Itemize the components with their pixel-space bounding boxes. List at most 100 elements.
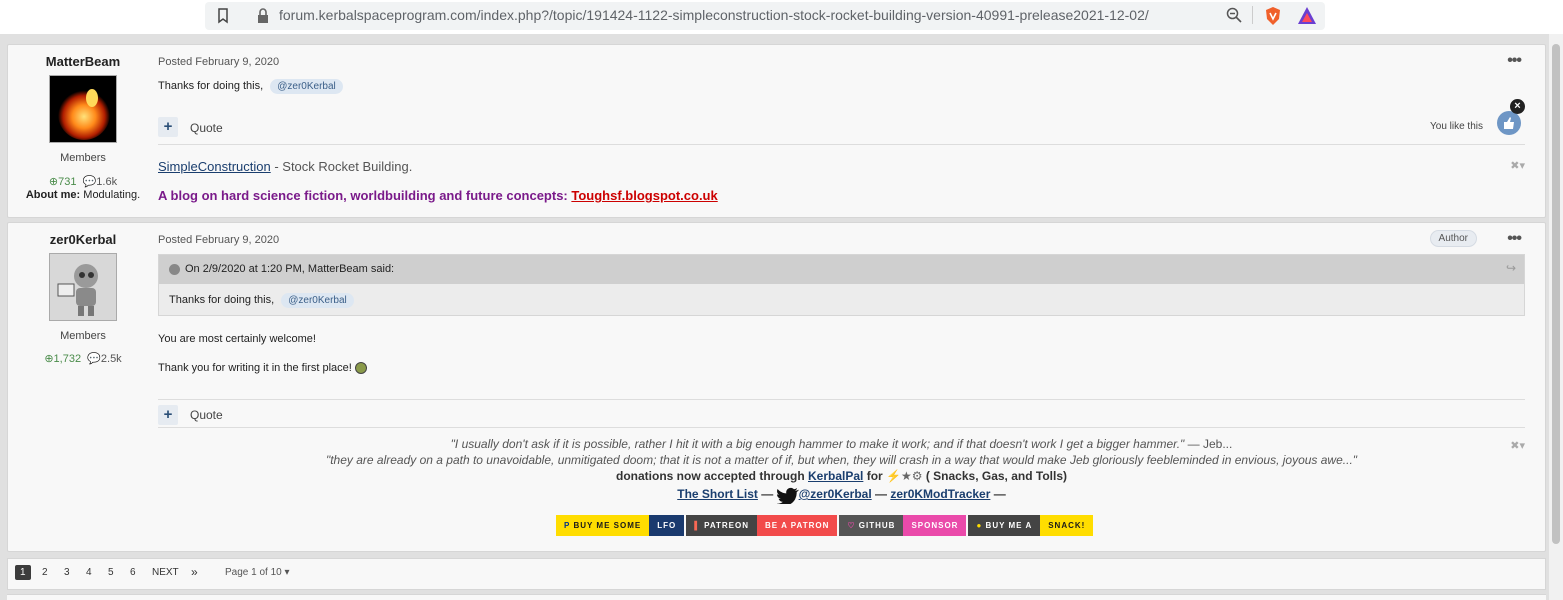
browser-toolbar: forum.kerbalspaceprogram.com/index.php?/…	[0, 0, 1563, 34]
post-count: 1.6k	[96, 176, 118, 188]
buymeacoffee-badge-right[interactable]: LFO	[649, 515, 685, 536]
donation-line: donations now accepted through KerbalPal…	[158, 469, 1525, 483]
twitter-handle-link[interactable]: @zer0Kerbal	[799, 487, 872, 501]
badge-label: BE A PATRON	[765, 521, 830, 530]
remove-like-icon[interactable]: ×	[1510, 99, 1525, 114]
quote-header[interactable]: On 2/9/2020 at 1:20 PM, MatterBeam said:…	[159, 255, 1524, 284]
blog-text: A blog on hard science fiction, worldbui…	[158, 188, 572, 203]
badge-label: SPONSOR	[911, 521, 959, 530]
quote-button[interactable]: Quote	[190, 408, 223, 422]
quote-button[interactable]: Quote	[190, 121, 223, 135]
thumbs-up-icon	[1504, 117, 1514, 129]
patreon-badge-right[interactable]: BE A PATRON	[757, 515, 838, 536]
signature-hide-icon[interactable]: ✖▾	[1510, 159, 1525, 172]
comment-icon: 💬	[87, 353, 101, 365]
short-list-link[interactable]: The Short List	[677, 487, 758, 501]
author-role: Members	[60, 330, 106, 342]
signature-text: - Stock Rocket Building.	[270, 159, 413, 174]
mention-link[interactable]: @zer0Kerbal	[270, 79, 343, 94]
next-page-link[interactable]: NEXT	[152, 567, 179, 578]
github-badge-right[interactable]: SPONSOR	[903, 515, 967, 536]
avatar-fire-image	[58, 88, 110, 140]
reputation-icon: ⊕	[48, 176, 59, 188]
post-body-line: Thank you for writing it in the first pl…	[158, 362, 367, 375]
page-link-3[interactable]: 3	[64, 567, 70, 578]
post-count: 2.5k	[100, 353, 122, 365]
signature-line: SimpleConstruction - Stock Rocket Buildi…	[158, 159, 412, 174]
post-body-text: Thank you for writing it in the first pl…	[158, 362, 352, 374]
next-section-edge	[7, 594, 1546, 600]
page-link-2[interactable]: 2	[42, 567, 48, 578]
github-badge-left[interactable]: ♡ GITHUB	[839, 515, 904, 536]
kerbalpal-link[interactable]: KerbalPal	[808, 469, 863, 483]
snack-badge-left[interactable]: ● BUY ME A	[968, 515, 1041, 536]
post-date[interactable]: Posted February 9, 2020	[158, 234, 279, 246]
scrollbar-thumb[interactable]	[1552, 44, 1560, 544]
chevron-down-icon: ▾	[284, 567, 290, 578]
avatar[interactable]	[49, 75, 117, 143]
url-text[interactable]: forum.kerbalspaceprogram.com/index.php?/…	[279, 7, 1149, 23]
snack-icon: ●	[976, 521, 983, 530]
reputation-count: 731	[58, 176, 77, 188]
author-username[interactable]: zer0Kerbal	[8, 232, 158, 247]
quote-citation: On 2/9/2020 at 1:20 PM, MatterBeam said:	[185, 263, 395, 275]
forum-post: MatterBeam Members ⊕731 💬1.6k About me: …	[7, 44, 1546, 218]
bookmark-icon[interactable]	[217, 8, 229, 24]
badge-label: GITHUB	[858, 521, 896, 530]
avatar-robot-image	[50, 254, 116, 320]
reputation-icon: ⊕	[44, 353, 54, 365]
mention-link[interactable]: @zer0Kerbal	[281, 293, 354, 308]
heart-icon: ♡	[847, 521, 856, 530]
post-body: Thanks for doing this, @zer0Kerbal	[158, 79, 343, 94]
multiquote-button[interactable]: +	[158, 117, 178, 137]
about-label: About me:	[25, 189, 81, 201]
page-link-5[interactable]: 5	[108, 567, 114, 578]
collapse-quote-icon[interactable]	[169, 264, 180, 275]
reputation-count: 1,732	[53, 353, 82, 365]
forum-post: zer0Kerbal Members ⊕1,732 💬2.5k Posted F…	[7, 222, 1546, 552]
page-link-4[interactable]: 4	[86, 567, 92, 578]
page-link-1[interactable]: 1	[15, 565, 31, 580]
post-actions: + Quote	[158, 399, 1525, 428]
modtracker-link[interactable]: zer0KModTracker	[890, 487, 990, 501]
multiquote-button[interactable]: +	[158, 405, 178, 425]
post-menu-button[interactable]: •••	[1507, 52, 1522, 70]
donation-suffix: ( Snacks, Gas, and Tolls)	[922, 469, 1067, 483]
brave-shield-icon[interactable]	[1264, 6, 1282, 26]
page-jump-dropdown[interactable]: Page 1 of 10 ▾	[225, 567, 290, 578]
blog-link[interactable]: Toughsf.blogspot.co.uk	[571, 188, 717, 203]
like-button[interactable]: ×	[1497, 99, 1525, 135]
patreon-badge-left[interactable]: ▌ PATREON	[686, 515, 758, 536]
page-link-6[interactable]: 6	[130, 567, 136, 578]
zoom-icon[interactable]	[1226, 7, 1242, 23]
patreon-icon: ▌	[694, 521, 701, 530]
snack-badge-right[interactable]: SNACK!	[1040, 515, 1094, 536]
donation-for: for	[863, 469, 887, 483]
post-body-text: Thanks for doing this,	[158, 80, 264, 92]
go-to-quoted-post-icon[interactable]: ↪	[1506, 261, 1516, 275]
twitter-bird-icon[interactable]	[776, 486, 799, 506]
buymeacoffee-badge-left[interactable]: P BUY ME SOME	[556, 515, 650, 536]
brave-rewards-icon[interactable]	[1297, 6, 1317, 26]
author-role: Members	[60, 152, 106, 164]
signature-link-simpleconstruction[interactable]: SimpleConstruction	[158, 159, 271, 174]
badge-label: LFO	[657, 521, 677, 530]
about-value: Modulating.	[83, 189, 141, 201]
post-date[interactable]: Posted February 9, 2020	[158, 56, 279, 68]
author-username[interactable]: MatterBeam	[8, 54, 158, 69]
comment-icon: 💬	[82, 176, 97, 188]
author-badge: Author	[1429, 230, 1477, 247]
signature-blog-line: A blog on hard science fiction, worldbui…	[158, 188, 718, 203]
avatar[interactable]	[49, 253, 117, 321]
pagination-bar: 1 2 3 4 5 6 NEXT » Page 1 of 10 ▾	[7, 558, 1546, 590]
badge-label: PATREON	[704, 521, 750, 530]
dash: —	[757, 487, 777, 502]
quote-body: Thanks for doing this, @zer0Kerbal	[159, 284, 1524, 308]
last-page-link[interactable]: »	[191, 565, 198, 579]
author-stats: ⊕731 💬1.6k	[8, 175, 158, 188]
lock-icon[interactable]	[257, 8, 269, 24]
signature-quote-1: "I usually don't ask if it is possible, …	[158, 437, 1525, 451]
author-stats: ⊕1,732 💬2.5k	[8, 352, 158, 365]
dash-end: —	[990, 487, 1006, 502]
post-menu-button[interactable]: •••	[1507, 230, 1522, 248]
